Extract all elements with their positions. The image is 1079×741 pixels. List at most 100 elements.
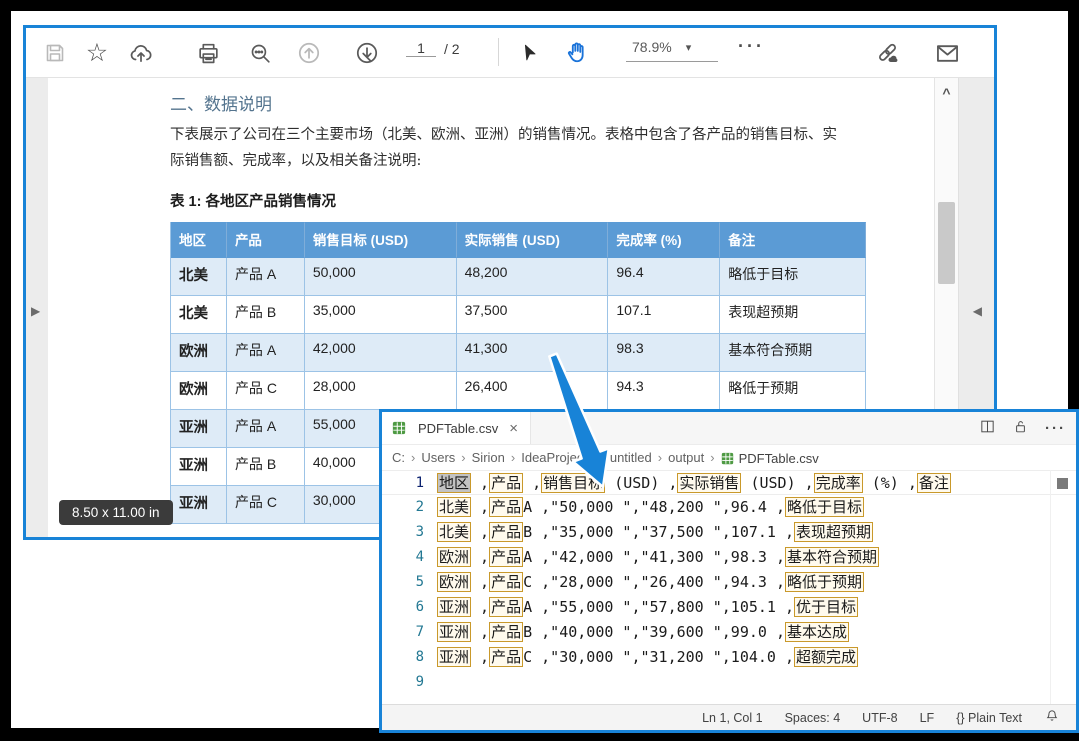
highlighted-text: 备注 <box>917 473 951 493</box>
code-line[interactable]: 9 <box>382 670 1076 695</box>
status-indentation[interactable]: Spaces: 4 <box>785 711 841 725</box>
highlighted-text: 产品 <box>489 647 523 667</box>
table-cell: 98.3 <box>608 334 720 372</box>
highlighted-text: 销售目标 <box>541 473 605 493</box>
notifications-bell-icon[interactable] <box>1044 708 1060 727</box>
highlighted-text: 优于目标 <box>794 597 858 617</box>
line-content: 欧洲 ,产品A ,"42,000 ","41,300 ",98.3 ,基本符合预… <box>437 545 879 570</box>
table-header-cell: 完成率 (%) <box>608 222 720 258</box>
search-document-icon[interactable] <box>244 38 276 68</box>
line-number: 1 <box>382 471 424 494</box>
zoom-level-label: 78.9% <box>632 39 672 55</box>
page-up-icon[interactable] <box>293 38 325 68</box>
status-bar: Ln 1, Col 1 Spaces: 4 UTF-8 LF {} Plain … <box>382 704 1076 730</box>
breadcrumb: C:›Users›Sirion›IdeaProjects›untitled›ou… <box>382 445 1076 470</box>
breadcrumb-separator-icon: › <box>511 450 515 465</box>
zoom-control[interactable]: 78.9% ▾ <box>626 39 718 62</box>
status-encoding[interactable]: UTF-8 <box>862 711 897 725</box>
highlighted-text: 表现超预期 <box>794 522 873 542</box>
plain-text: B ,"35,000 ","37,500 ",107.1 , <box>523 523 794 541</box>
line-number: 4 <box>382 545 424 570</box>
breadcrumb-item[interactable]: output <box>668 450 704 465</box>
print-icon[interactable] <box>192 38 224 68</box>
highlighted-text: 略低于预期 <box>785 572 864 592</box>
tab-label: PDFTable.csv <box>418 421 498 436</box>
plain-text: A ,"55,000 ","57,800 ",105.1 , <box>523 598 794 616</box>
status-cursor-position[interactable]: Ln 1, Col 1 <box>702 711 762 725</box>
scrollbar-thumb[interactable] <box>938 202 955 284</box>
chevron-down-icon: ▾ <box>686 41 692 54</box>
table-cell: 42,000 <box>305 334 457 372</box>
table-cell: 41,300 <box>457 334 609 372</box>
breadcrumb-item[interactable]: Users <box>421 450 455 465</box>
hand-tool-icon[interactable] <box>562 38 594 68</box>
close-tab-icon[interactable]: × <box>509 420 518 437</box>
save-icon[interactable] <box>39 38 71 68</box>
tab-pdftable-csv[interactable]: PDFTable.csv × <box>382 412 531 444</box>
breadcrumb-item[interactable]: C: <box>392 450 405 465</box>
page-number-input[interactable]: 1 <box>406 40 436 57</box>
plain-text: , <box>471 573 489 591</box>
highlighted-text: 产品 <box>489 572 523 592</box>
breadcrumb-separator-icon: › <box>658 450 662 465</box>
cloud-upload-icon[interactable] <box>125 38 157 68</box>
highlighted-text: 基本达成 <box>785 622 849 642</box>
highlighted-text: 略低于目标 <box>785 497 864 517</box>
breadcrumb-item[interactable]: Sirion <box>472 450 505 465</box>
unlock-icon[interactable] <box>1012 418 1029 440</box>
select-cursor-icon[interactable] <box>514 38 546 68</box>
plain-text: B ,"40,000 ","39,600 ",99.0 , <box>523 623 785 641</box>
code-line[interactable]: 3北美 ,产品B ,"35,000 ","37,500 ",107.1 ,表现超… <box>382 520 1076 545</box>
plain-text: A ,"50,000 ","48,200 ",96.4 , <box>523 498 785 516</box>
page-down-icon[interactable] <box>351 38 383 68</box>
more-actions-icon[interactable]: ··· <box>1045 420 1066 437</box>
breadcrumb-separator-icon: › <box>461 450 465 465</box>
plain-text: , <box>471 623 489 641</box>
breadcrumb-item[interactable]: PDFTable.csv <box>721 450 819 466</box>
breadcrumb-item[interactable]: untitled <box>610 450 652 465</box>
line-content: 亚洲 ,产品A ,"55,000 ","57,800 ",105.1 ,优于目标 <box>437 595 858 620</box>
table-cell: 表现超预期 <box>720 296 866 334</box>
highlighted-text: 产品 <box>489 622 523 642</box>
breadcrumb-item[interactable]: IdeaProjects <box>521 450 593 465</box>
collapse-right-panel-icon[interactable]: ◀ <box>973 304 982 318</box>
code-editor-content[interactable]: 1 地区 ,产品 ,销售目标 (USD) ,实际销售 (USD) ,完成率 (%)… <box>382 470 1076 704</box>
editor-actions: ··· <box>979 412 1066 445</box>
code-line[interactable]: 4 欧洲 ,产品A ,"42,000 ","41,300 ",98.3 ,基本符合… <box>382 545 1076 570</box>
line-content: 亚洲 ,产品C ,"30,000 ","31,200 ",104.0 ,超额完成 <box>437 645 858 670</box>
code-line[interactable]: 5欧洲 ,产品C ,"28,000 ","26,400 ",94.3 ,略低于预… <box>382 570 1076 595</box>
favorite-star-icon[interactable]: ☆ <box>81 38 113 68</box>
status-eol[interactable]: LF <box>920 711 935 725</box>
page-size-badge: 8.50 x 11.00 in <box>59 500 173 525</box>
code-line[interactable]: 1 地区 ,产品 ,销售目标 (USD) ,实际销售 (USD) ,完成率 (%)… <box>382 470 1076 495</box>
highlighted-text: 亚洲 <box>437 647 471 667</box>
code-line[interactable]: 2北美 ,产品A ,"50,000 ","48,200 ",96.4 ,略低于目… <box>382 495 1076 520</box>
line-content: 地区 ,产品 ,销售目标 (USD) ,实际销售 (USD) ,完成率 (%) … <box>437 471 951 494</box>
plain-text: (USD) , <box>605 474 677 492</box>
more-options-icon[interactable]: ··· <box>738 36 765 57</box>
table-cell: 欧洲 <box>171 372 227 410</box>
email-icon[interactable] <box>931 38 963 68</box>
code-line[interactable]: 6亚洲 ,产品A ,"55,000 ","57,800 ",105.1 ,优于目… <box>382 595 1076 620</box>
editor-scrollbar[interactable] <box>1050 470 1076 704</box>
code-line[interactable]: 8亚洲 ,产品C ,"30,000 ","31,200 ",104.0 ,超额完… <box>382 645 1076 670</box>
highlighted-text: 产品 <box>489 473 523 493</box>
table-cell: 94.3 <box>608 372 720 410</box>
table-cell: 48,200 <box>457 258 609 296</box>
scroll-up-icon[interactable]: ^ <box>935 78 958 108</box>
highlighted-text: 亚洲 <box>437 622 471 642</box>
table-header-cell: 地区 <box>171 222 227 258</box>
plain-text: , <box>471 598 489 616</box>
plain-text: C ,"30,000 ","31,200 ",104.0 , <box>523 648 794 666</box>
expand-left-panel-icon[interactable]: ▶ <box>31 304 40 318</box>
breadcrumb-separator-icon: › <box>710 450 714 465</box>
line-number: 2 <box>382 495 424 520</box>
csv-file-icon <box>721 453 734 468</box>
highlight-link-icon[interactable] <box>871 38 903 68</box>
code-line[interactable]: 7亚洲 ,产品B ,"40,000 ","39,600 ",99.0 ,基本达成 <box>382 620 1076 645</box>
highlighted-text: 北美 <box>437 497 471 517</box>
table-cell: 亚洲 <box>171 410 227 448</box>
split-editor-icon[interactable] <box>979 418 996 440</box>
table-row: 北美产品 B35,00037,500107.1表现超预期 <box>171 296 866 334</box>
status-language-mode[interactable]: {} Plain Text <box>956 711 1022 725</box>
